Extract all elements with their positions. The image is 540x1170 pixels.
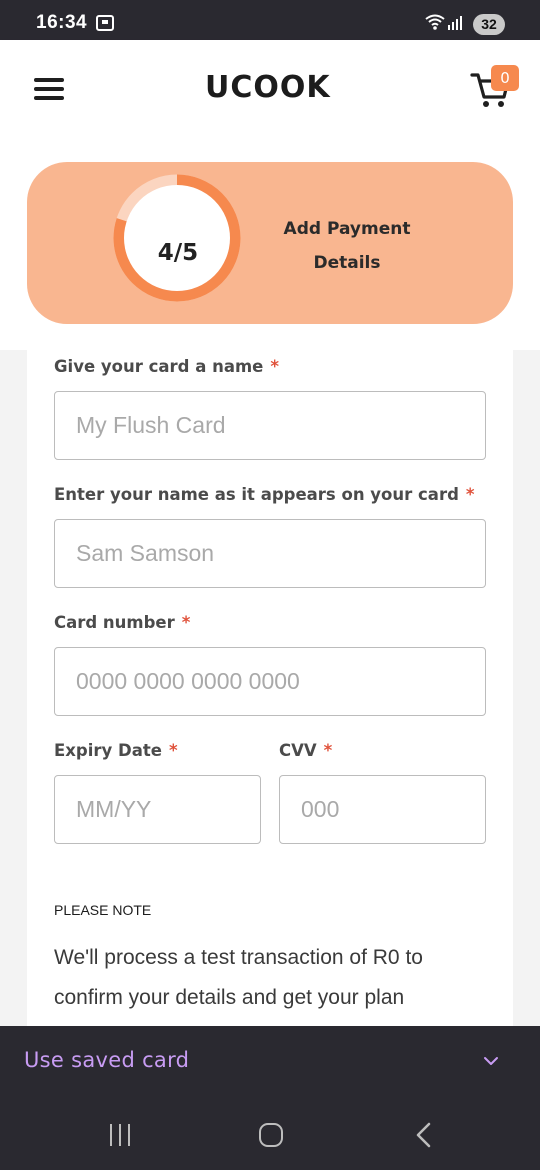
battery-indicator: 32 [473, 14, 505, 35]
status-time: 16:34 [36, 12, 88, 33]
system-nav-bar [0, 1098, 540, 1170]
card-number-field[interactable] [54, 647, 486, 716]
progress-ring [113, 174, 241, 302]
recents-icon[interactable] [110, 1124, 132, 1146]
expiry-date-field[interactable] [54, 775, 261, 844]
app-header: UCOOK 0 [0, 40, 540, 135]
use-saved-card-label[interactable]: Use saved card [24, 1048, 189, 1072]
home-icon[interactable] [259, 1123, 283, 1147]
hamburger-menu-icon[interactable] [34, 78, 64, 100]
cart-count-badge[interactable]: 0 [491, 65, 519, 91]
status-bar: 16:34 32 [0, 0, 540, 40]
progress-step-title: Add Payment Details [283, 219, 411, 273]
back-icon[interactable] [412, 1122, 436, 1148]
chevron-down-icon[interactable] [483, 1053, 499, 1069]
holder-name-input[interactable] [55, 520, 485, 587]
wifi-icon [425, 14, 445, 34]
card-name-input[interactable] [55, 392, 485, 459]
progress-step-count: 4/5 [157, 240, 199, 266]
progress-card: 4/5 Add Payment Details [27, 162, 513, 324]
card-number-label: Card number * [54, 613, 191, 632]
cvv-field[interactable] [279, 775, 486, 844]
checkout-progress-section: 4/5 Add Payment Details [0, 135, 540, 350]
holder-name-label: Enter your name as it appears on your ca… [54, 485, 475, 504]
expiry-date-label: Expiry Date * [54, 741, 178, 760]
use-saved-card-bar[interactable]: Use saved card [0, 1026, 540, 1098]
card-name-label: Give your card a name * [54, 357, 280, 376]
card-name-field[interactable] [54, 391, 486, 460]
cvv-input[interactable] [280, 776, 485, 843]
card-number-input[interactable] [55, 648, 485, 715]
holder-name-field[interactable] [54, 519, 486, 588]
cvv-label: CVV * [279, 741, 333, 760]
ucook-logo[interactable]: UCOOK [205, 70, 331, 105]
screen-record-icon [96, 15, 114, 31]
expiry-date-input[interactable] [55, 776, 260, 843]
signal-icon [448, 14, 466, 30]
note-title: PLEASE NOTE [54, 902, 152, 918]
note-text: We'll process a test transaction of R0 t… [54, 946, 423, 1009]
